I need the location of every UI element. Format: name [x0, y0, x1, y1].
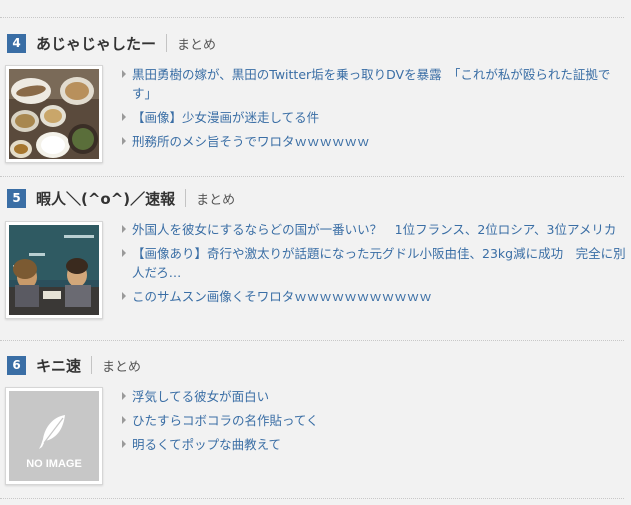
article-link[interactable]: 刑務所のメシ旨そうでワロタｗｗｗｗｗｗ	[122, 132, 627, 151]
site-category-tag: まとめ	[102, 359, 142, 375]
rank-badge: 6	[7, 355, 26, 375]
rank-badge: 5	[7, 188, 26, 208]
site-header: 5 暇人＼(^o^)／速報 まとめ	[7, 187, 235, 209]
article-title: 浮気してる彼女が面白い	[132, 389, 270, 404]
bullet-arrow-icon	[122, 113, 126, 121]
bullet-arrow-icon	[122, 292, 126, 300]
bullet-arrow-icon	[122, 70, 126, 78]
food-tray-photo-icon	[9, 69, 99, 159]
article-list: 外国人を彼女にするならどの国が一番いい？ 1位フランス、2位ロシア、3位アメリカ…	[122, 220, 627, 311]
section-divider	[0, 176, 624, 177]
site-name-link[interactable]: キニ速	[36, 355, 81, 376]
site-name-link[interactable]: 暇人＼(^o^)／速報	[36, 188, 175, 209]
bullet-arrow-icon	[122, 416, 126, 424]
classroom-photo-icon	[9, 225, 99, 315]
section-divider	[0, 340, 624, 341]
article-title: 黒田勇樹の嫁が、黒田のTwitter垢を乗っ取りDVを暴露 「これが私が殴られた…	[132, 67, 611, 101]
article-link[interactable]: 浮気してる彼女が面白い	[122, 387, 627, 406]
bullet-arrow-icon	[122, 392, 126, 400]
section-divider	[0, 17, 624, 18]
header-separator	[185, 189, 187, 207]
rank-badge: 4	[7, 33, 26, 53]
no-image-label: NO IMAGE	[26, 458, 82, 470]
article-title: 【画像あり】奇行や激太りが話題になった元グドル小阪由佳、23kg減に成功 完全に…	[132, 246, 626, 280]
article-link[interactable]: このサムスン画像くそワロタｗｗｗｗｗｗｗｗｗｗｗ	[122, 287, 627, 306]
bullet-arrow-icon	[122, 440, 126, 448]
article-link[interactable]: 外国人を彼女にするならどの国が一番いい？ 1位フランス、2位ロシア、3位アメリカ	[122, 220, 627, 239]
site-thumbnail[interactable]	[5, 65, 103, 163]
article-list: 浮気してる彼女が面白い ひたすらコボコラの名作貼ってく 明るくてポップな曲教えて	[122, 387, 627, 459]
article-title: このサムスン画像くそワロタｗｗｗｗｗｗｗｗｗｗｗ	[132, 289, 432, 304]
article-title: 【画像】少女漫画が迷走してる件	[132, 110, 320, 125]
article-link[interactable]: 【画像】少女漫画が迷走してる件	[122, 108, 627, 127]
section-divider	[0, 498, 624, 499]
bullet-arrow-icon	[122, 225, 126, 233]
article-title: ひたすらコボコラの名作貼ってく	[132, 413, 319, 428]
article-title: 刑務所のメシ旨そうでワロタｗｗｗｗｗｗ	[132, 134, 370, 149]
site-thumbnail[interactable]: NO IMAGE	[5, 387, 103, 485]
header-separator	[166, 34, 168, 52]
site-thumbnail[interactable]	[5, 221, 103, 319]
bullet-arrow-icon	[122, 249, 126, 257]
site-category-tag: まとめ	[177, 37, 217, 53]
bullet-arrow-icon	[122, 137, 126, 145]
site-name-link[interactable]: あじゃじゃしたー	[36, 33, 156, 54]
article-link[interactable]: 黒田勇樹の嫁が、黒田のTwitter垢を乗っ取りDVを暴露 「これが私が殴られた…	[122, 65, 627, 103]
article-link[interactable]: 明るくてポップな曲教えて	[122, 435, 627, 454]
site-category-tag: まとめ	[196, 192, 236, 208]
site-header: 6 キニ速 まとめ	[7, 354, 141, 376]
article-title: 外国人を彼女にするならどの国が一番いい？ 1位フランス、2位ロシア、3位アメリカ	[132, 222, 617, 237]
article-title: 明るくてポップな曲教えて	[132, 437, 282, 452]
no-image-placeholder-icon: NO IMAGE	[9, 391, 99, 481]
header-separator	[91, 356, 93, 374]
article-link[interactable]: 【画像あり】奇行や激太りが話題になった元グドル小阪由佳、23kg減に成功 完全に…	[122, 244, 627, 282]
site-header: 4 あじゃじゃしたー まとめ	[7, 32, 216, 54]
article-link[interactable]: ひたすらコボコラの名作貼ってく	[122, 411, 627, 430]
article-list: 黒田勇樹の嫁が、黒田のTwitter垢を乗っ取りDVを暴露 「これが私が殴られた…	[122, 65, 627, 156]
